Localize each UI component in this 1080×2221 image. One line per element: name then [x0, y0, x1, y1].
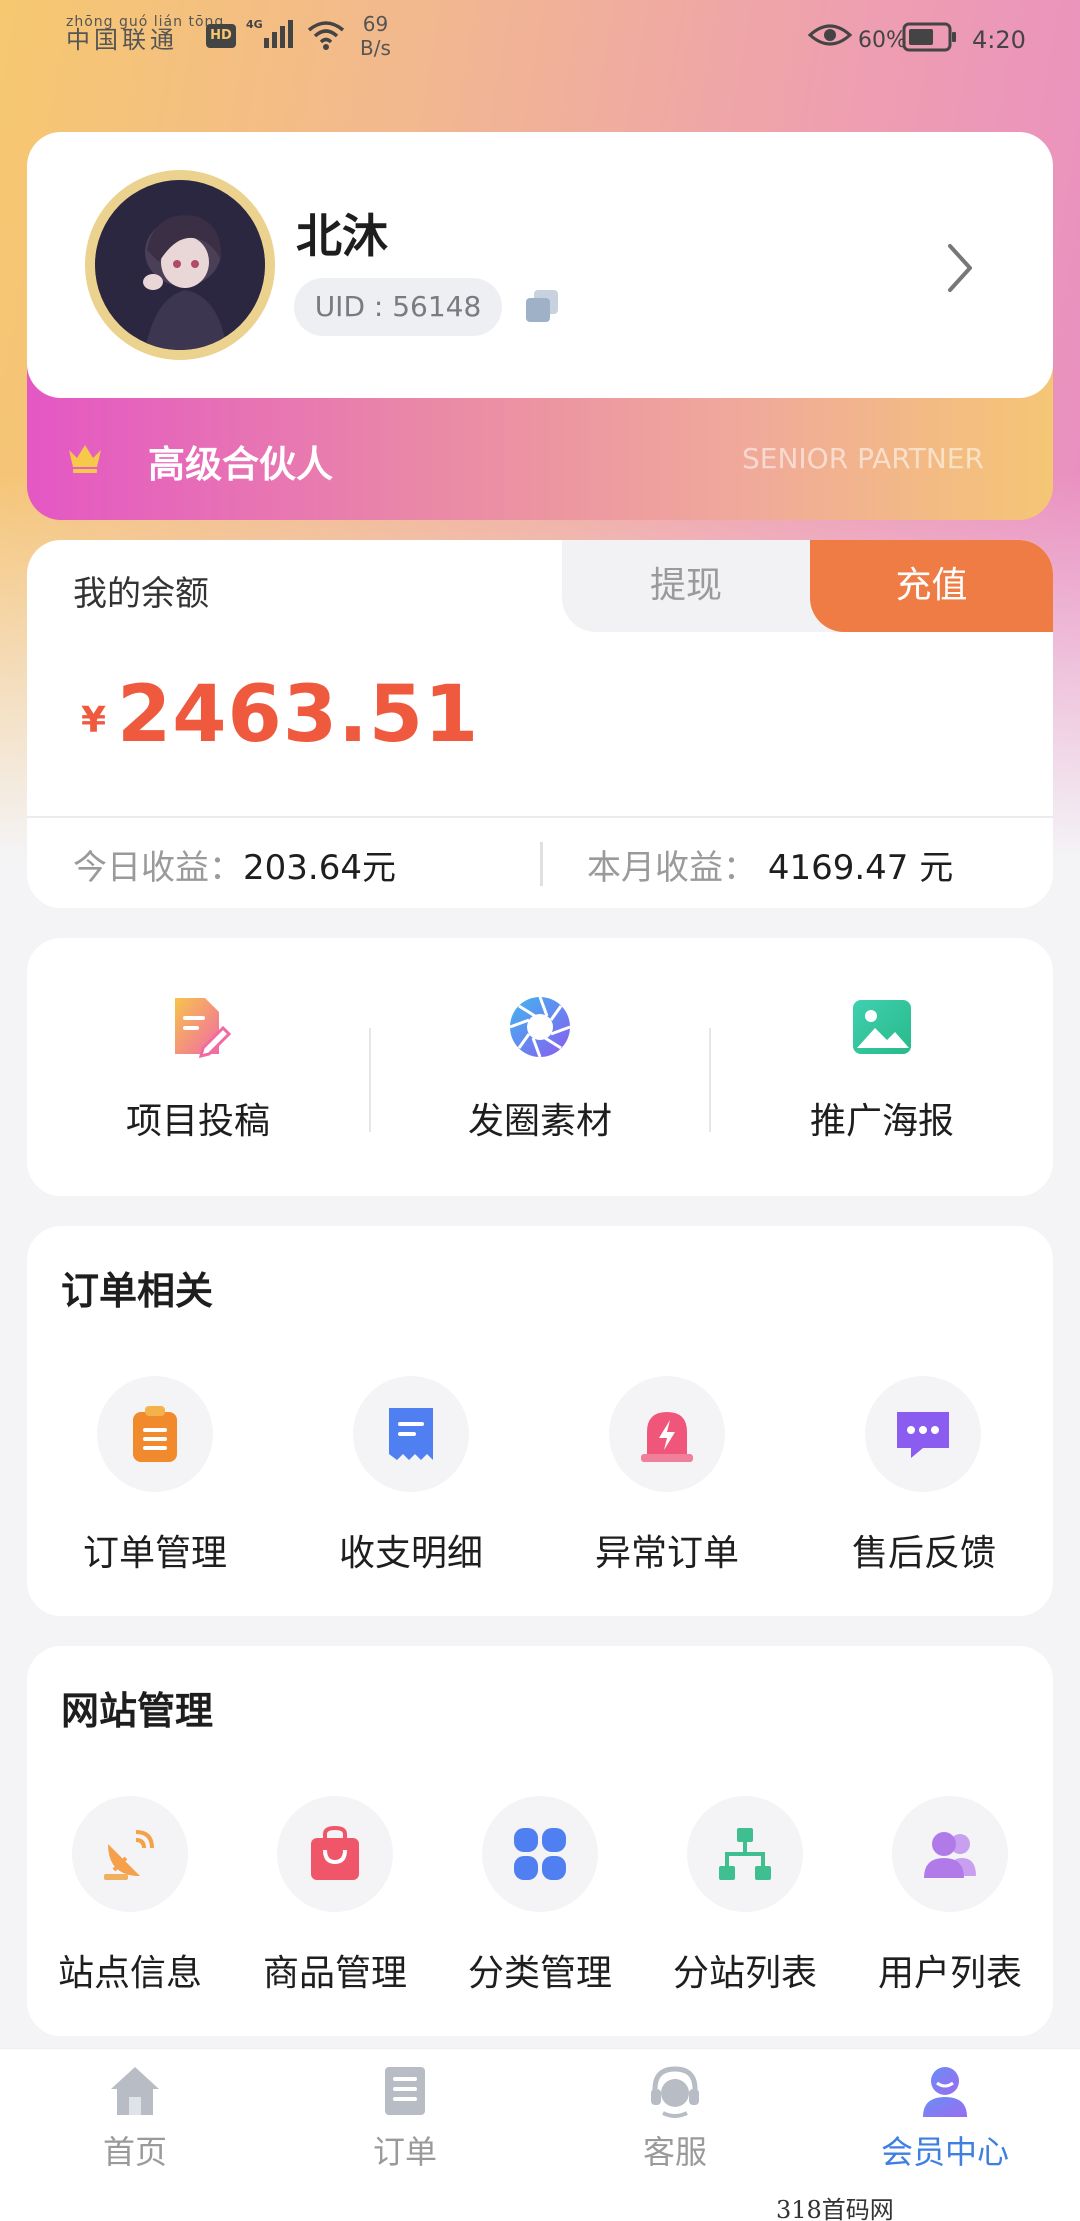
crown-icon — [69, 445, 101, 473]
network-speed: 69 B/s — [360, 12, 391, 60]
nav-label: 订单 — [372, 2133, 437, 2171]
hd-badge: HD — [206, 24, 236, 48]
signal-icon: 4G — [246, 18, 293, 48]
member-icon — [923, 2067, 967, 2117]
chevron-right-icon[interactable] — [942, 240, 978, 296]
balance-amount: 2463.51 — [117, 670, 480, 760]
category-management-item[interactable]: 分类管理 — [437, 1646, 643, 2036]
item-label: 收支明细 — [338, 1533, 483, 1574]
item-label: 售后反馈 — [851, 1533, 996, 1574]
icon-circle — [892, 1796, 1008, 1912]
grid-icon — [514, 1828, 566, 1880]
month-earnings-label: 本月收益： — [587, 848, 757, 888]
sitemap-icon — [719, 1828, 771, 1880]
month-earnings-value: 4169.47 元 — [767, 848, 954, 888]
order-management-item[interactable]: 订单管理 — [27, 1226, 283, 1616]
balance-actions: 提现 充值 — [562, 540, 1053, 632]
tool-share-material[interactable]: 发圈素材 — [369, 938, 711, 1196]
icon-circle — [72, 1796, 188, 1912]
today-earnings: 今日收益：203.64元 — [73, 840, 396, 889]
edit-doc-icon — [175, 998, 231, 1059]
network-type: 4G — [246, 18, 263, 31]
headset-icon — [651, 2066, 699, 2118]
avatar-image — [95, 180, 265, 350]
aperture-icon — [509, 996, 571, 1058]
uid-badge: UID : 56148 — [294, 278, 502, 336]
image-icon — [853, 1000, 911, 1054]
item-label: 分类管理 — [467, 1953, 612, 1994]
clipboard-icon — [133, 1406, 177, 1462]
today-earnings-label: 今日收益： — [73, 848, 243, 888]
home-icon — [111, 2067, 159, 2115]
speed-unit: B/s — [360, 36, 391, 60]
withdraw-button[interactable]: 提现 — [562, 540, 810, 632]
shopping-bag-icon — [311, 1825, 359, 1880]
nav-label: 会员中心 — [880, 2133, 1009, 2171]
wifi-icon — [307, 21, 345, 50]
speed-value: 69 — [362, 12, 389, 36]
item-label: 站点信息 — [57, 1953, 202, 1994]
document-icon — [385, 2067, 425, 2115]
user-list-item[interactable]: 用户列表 — [847, 1646, 1053, 2036]
copy-icon[interactable] — [522, 286, 562, 326]
nav-home[interactable]: 首页 — [0, 2049, 270, 2221]
battery-percent: 60% — [858, 28, 907, 53]
battery-icon — [902, 22, 956, 52]
chat-icon — [897, 1412, 949, 1458]
tool-label: 推广海报 — [809, 1101, 954, 1142]
site-info-item[interactable]: 站点信息 — [27, 1646, 233, 2036]
tool-label: 发圈素材 — [467, 1101, 612, 1142]
earnings-separator — [540, 842, 543, 886]
avatar-illustration — [95, 180, 265, 350]
member-level-english: SENIOR PARTNER — [742, 442, 984, 475]
username: 北沐 — [296, 209, 388, 263]
receipt-icon — [389, 1408, 433, 1460]
eye-icon — [808, 24, 852, 46]
recharge-button[interactable]: 充值 — [810, 540, 1053, 632]
item-label: 订单管理 — [82, 1533, 227, 1574]
after-sales-item[interactable]: 售后反馈 — [795, 1226, 1053, 1616]
balance-card: 我的余额 提现 充值 ¥ 2463.51 今日收益：203.64元 本月收益： … — [27, 540, 1053, 908]
alarm-icon — [641, 1412, 693, 1462]
clock: 4:20 — [972, 26, 1026, 54]
carrier: zhōng guó lián tōng 中国联通 — [66, 14, 224, 54]
icon-circle — [353, 1376, 469, 1492]
site-management-section: 网站管理 站点信息 商品管理 分类管理 分站列表 用户列表 — [27, 1646, 1053, 2036]
nav-label: 首页 — [102, 2133, 167, 2171]
orders-section: 订单相关 订单管理 收支明细 异常订单 售后反馈 — [27, 1226, 1053, 1616]
icon-circle — [609, 1376, 725, 1492]
users-icon — [924, 1832, 976, 1878]
watermark: 318首码网 www.E318.com — [776, 2196, 894, 2221]
carrier-name: 中国联通 — [66, 26, 178, 54]
member-level-title: 高级合伙人 — [148, 443, 333, 486]
month-earnings: 本月收益： 4169.47 元 — [587, 840, 953, 889]
item-label: 用户列表 — [877, 1953, 1022, 1994]
income-expense-item[interactable]: 收支明细 — [283, 1226, 539, 1616]
item-label: 商品管理 — [262, 1953, 407, 1994]
abnormal-order-item[interactable]: 异常订单 — [539, 1226, 795, 1616]
tool-promo-poster[interactable]: 推广海报 — [711, 938, 1053, 1196]
product-management-item[interactable]: 商品管理 — [232, 1646, 438, 2036]
icon-circle — [687, 1796, 803, 1912]
icon-circle — [482, 1796, 598, 1912]
quick-tools-card: 项目投稿 发圈素材 推广海报 — [27, 938, 1053, 1196]
currency-symbol: ¥ — [81, 700, 107, 741]
today-earnings-value: 203.64元 — [243, 848, 396, 888]
avatar[interactable] — [85, 170, 275, 360]
tool-project-submit[interactable]: 项目投稿 — [27, 938, 369, 1196]
icon-circle — [97, 1376, 213, 1492]
tool-label: 项目投稿 — [125, 1101, 270, 1142]
satellite-icon — [104, 1830, 154, 1880]
status-bar: zhōng guó lián tōng 中国联通 HD 4G 69 B/s 60… — [0, 0, 1080, 72]
nav-orders[interactable]: 订单 — [270, 2049, 540, 2221]
nav-customer-service[interactable]: 客服 — [540, 2049, 810, 2221]
item-label: 分站列表 — [672, 1953, 817, 1994]
nav-label: 客服 — [642, 2133, 707, 2171]
divider — [27, 816, 1053, 818]
balance-label: 我的余额 — [73, 574, 209, 614]
substation-list-item[interactable]: 分站列表 — [642, 1646, 848, 2036]
icon-circle — [277, 1796, 393, 1912]
item-label: 异常订单 — [594, 1533, 739, 1574]
icon-circle — [865, 1376, 981, 1492]
